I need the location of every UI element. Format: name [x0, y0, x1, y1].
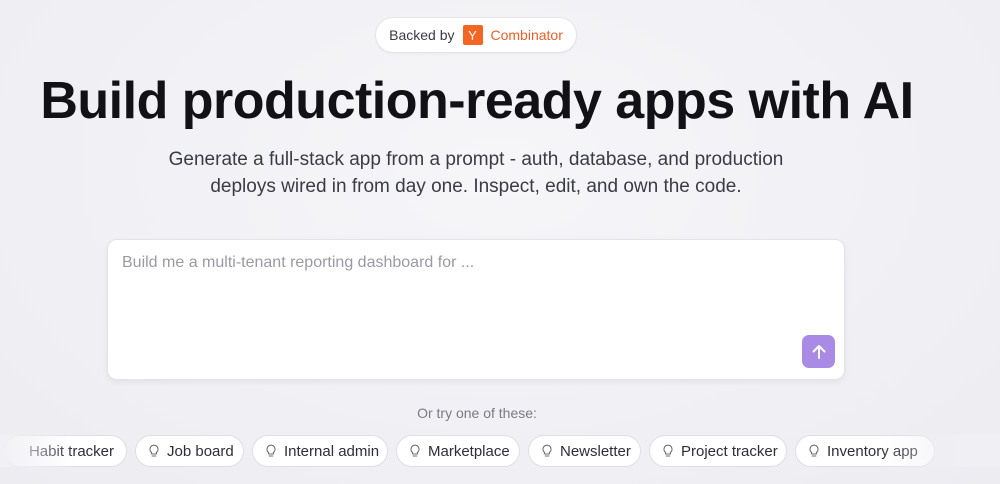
suggestion-chips: Habit tracker Job board Internal admin M… — [0, 435, 1000, 467]
hero-subtitle-line-2: deploys wired in from day one. Inspect, … — [210, 176, 742, 197]
chip-label: Habit tracker — [28, 442, 114, 460]
yc-logo-icon: Y — [462, 25, 483, 45]
prompt-input[interactable] — [122, 254, 782, 354]
suggestion-chip-newsletter[interactable]: Newsletter — [528, 435, 641, 467]
submit-button[interactable] — [802, 335, 835, 368]
chip-label: Job board — [167, 442, 234, 460]
prompt-card — [107, 239, 845, 380]
arrow-up-icon — [812, 344, 825, 359]
lightbulb-icon — [662, 444, 674, 458]
lightbulb-icon — [409, 444, 421, 458]
badge-name: Combinator — [490, 27, 563, 43]
suggestion-chip-marketplace[interactable]: Marketplace — [396, 435, 520, 467]
chip-label: Newsletter — [560, 442, 631, 460]
lightbulb-icon — [265, 444, 277, 458]
hero-title: Build production-ready apps with AI — [40, 72, 914, 130]
suggestion-chip-habit-tracker[interactable]: Habit tracker — [4, 435, 127, 467]
yc-backed-badge[interactable]: Backed by Y Combinator — [375, 17, 577, 53]
chip-label: Project tracker — [681, 442, 778, 460]
chip-label: Inventory app — [827, 442, 918, 460]
suggestion-chip-project-tracker[interactable]: Project tracker — [649, 435, 787, 467]
chip-label: Marketplace — [428, 442, 510, 460]
lightbulb-icon — [808, 444, 820, 458]
badge-prefix: Backed by — [389, 27, 455, 43]
suggestion-chip-job-board[interactable]: Job board — [135, 435, 244, 467]
suggestions-label: Or try one of these: — [417, 405, 537, 421]
lightbulb-icon — [541, 444, 553, 458]
chip-label: Internal admin — [284, 442, 380, 460]
lightbulb-icon — [148, 444, 160, 458]
hero-subtitle-line-1: Generate a full-stack app from a prompt … — [168, 149, 784, 170]
suggestion-chip-internal-admin[interactable]: Internal admin — [252, 435, 388, 467]
hero-subtitle: Generate a full-stack app from a prompt … — [100, 146, 852, 200]
suggestion-chip-inventory-app[interactable]: Inventory app — [795, 435, 935, 467]
